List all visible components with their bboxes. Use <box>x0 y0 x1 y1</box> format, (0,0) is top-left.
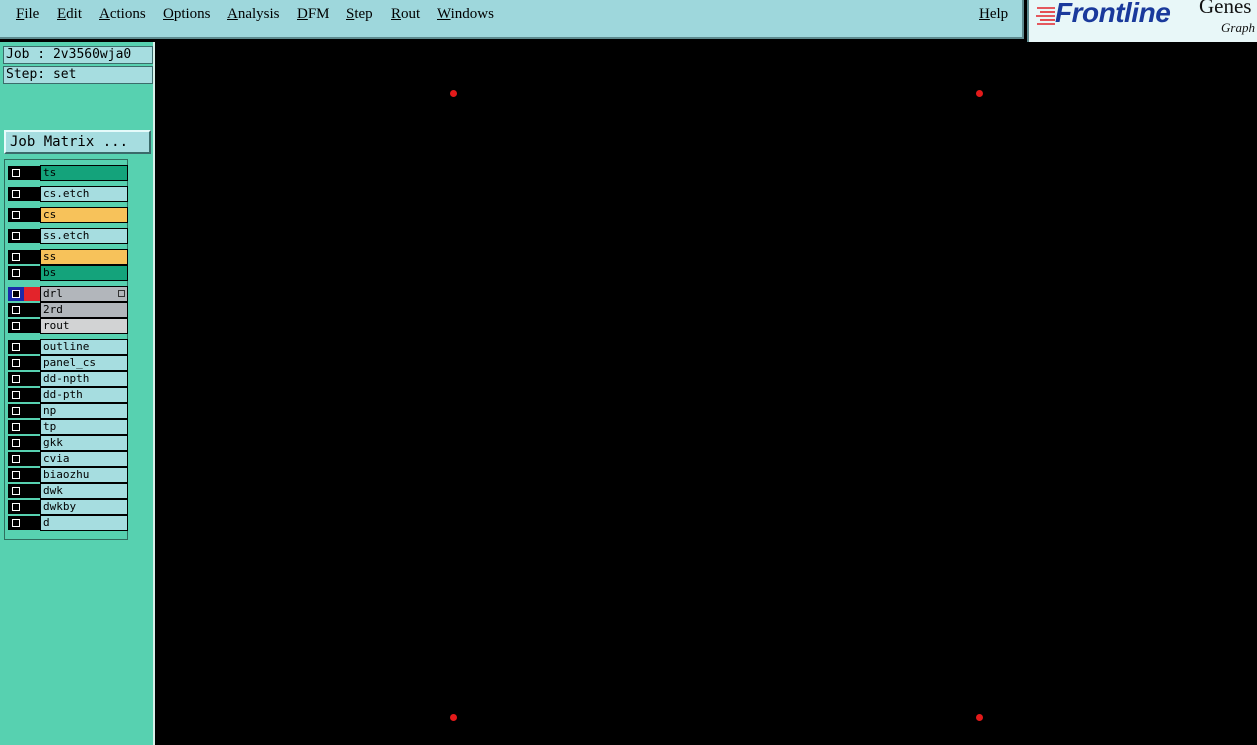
layer-checkbox[interactable] <box>8 319 24 333</box>
menu-edit[interactable]: Edit <box>57 6 82 23</box>
menu-file[interactable]: File <box>16 6 39 23</box>
menu-step[interactable]: Step <box>346 6 373 23</box>
layer-color-swatch[interactable] <box>24 516 40 530</box>
menu-rout[interactable]: Rout <box>391 6 420 23</box>
layer-name[interactable]: cs <box>40 207 128 223</box>
layer-checkbox[interactable] <box>8 266 24 280</box>
layer-name[interactable]: 2rd <box>40 302 128 318</box>
layer-checkbox[interactable] <box>8 340 24 354</box>
menu-help[interactable]: Help <box>979 6 1008 23</box>
layer-name[interactable]: cs.etch <box>40 186 128 202</box>
step-label: Step: set <box>3 66 153 84</box>
menu-options[interactable]: Options <box>163 6 211 23</box>
layer-checkbox[interactable] <box>8 388 24 402</box>
logo-stripes-icon <box>1036 7 1055 25</box>
layer-checkbox[interactable] <box>8 500 24 514</box>
layer-name[interactable]: dd-npth <box>40 371 128 387</box>
layer-checkbox[interactable] <box>8 287 24 301</box>
layer-color-swatch[interactable] <box>24 484 40 498</box>
layer-name[interactable]: panel_cs <box>40 355 128 371</box>
layer-name[interactable]: outline <box>40 339 128 355</box>
menu-actions[interactable]: Actions <box>99 6 146 23</box>
layer-color-swatch[interactable] <box>24 452 40 466</box>
logo-brand: Frontline <box>1055 0 1171 28</box>
layer-name[interactable]: bs <box>40 265 128 281</box>
layer-color-swatch[interactable] <box>24 266 40 280</box>
fiducial-mark <box>450 714 457 721</box>
layer-name[interactable]: biaozhu <box>40 467 128 483</box>
layer-name[interactable]: np <box>40 403 128 419</box>
layer-checkbox[interactable] <box>8 166 24 180</box>
layer-checkbox[interactable] <box>8 404 24 418</box>
layer-color-swatch[interactable] <box>24 287 40 301</box>
layer-color-swatch[interactable] <box>24 420 40 434</box>
layer-checkbox[interactable] <box>8 229 24 243</box>
layer-checkbox[interactable] <box>8 420 24 434</box>
fiducial-mark <box>450 90 457 97</box>
layer-checkbox[interactable] <box>8 356 24 370</box>
fiducial-mark <box>976 714 983 721</box>
layer-color-swatch[interactable] <box>24 372 40 386</box>
layer-name[interactable]: gkk <box>40 435 128 451</box>
menu-dfm[interactable]: DFM <box>297 6 330 23</box>
layer-name[interactable]: ss.etch <box>40 228 128 244</box>
layer-name[interactable]: dd-pth <box>40 387 128 403</box>
layer-color-swatch[interactable] <box>24 250 40 264</box>
layer-checkbox[interactable] <box>8 516 24 530</box>
logo-product: Genes <box>1199 0 1252 18</box>
layer-checkbox[interactable] <box>8 303 24 317</box>
layer-name[interactable]: cvia <box>40 451 128 467</box>
menu-bar: File Edit Actions Options Analysis DFM S… <box>0 0 1024 39</box>
layer-checkbox[interactable] <box>8 484 24 498</box>
layer-color-swatch[interactable] <box>24 436 40 450</box>
menu-windows[interactable]: Windows <box>437 6 494 23</box>
layer-color-swatch[interactable] <box>24 208 40 222</box>
frontline-logo: Frontline Genes Graph <box>1027 0 1257 42</box>
layer-name[interactable]: dwkby <box>40 499 128 515</box>
layer-checkbox[interactable] <box>8 452 24 466</box>
layer-checkbox[interactable] <box>8 187 24 201</box>
layer-list: ts cs.etch cs ss.etch ss bs drl 2rd rout… <box>4 159 128 540</box>
layer-name[interactable]: ss <box>40 249 128 265</box>
layer-color-swatch[interactable] <box>24 319 40 333</box>
layer-name[interactable]: dwk <box>40 483 128 499</box>
layer-color-swatch[interactable] <box>24 229 40 243</box>
layer-name[interactable]: rout <box>40 318 128 334</box>
layer-color-swatch[interactable] <box>24 500 40 514</box>
layer-name[interactable]: ts <box>40 165 128 181</box>
menu-analysis[interactable]: Analysis <box>227 6 280 23</box>
logo-subtitle: Graph <box>1221 20 1255 35</box>
layer-name[interactable]: drl <box>40 286 128 302</box>
layer-name-text: drl <box>43 287 63 300</box>
layer-color-swatch[interactable] <box>24 187 40 201</box>
layer-color-swatch[interactable] <box>24 468 40 482</box>
layer-color-swatch[interactable] <box>24 356 40 370</box>
layer-checkbox[interactable] <box>8 208 24 222</box>
layer-name[interactable]: d <box>40 515 128 531</box>
layer-checkbox[interactable] <box>8 250 24 264</box>
layer-checkbox[interactable] <box>8 468 24 482</box>
expand-icon[interactable] <box>118 290 125 297</box>
layer-color-swatch[interactable] <box>24 404 40 418</box>
left-panel: Job : 2v3560wja0 Step: set Job Matrix ..… <box>0 42 155 745</box>
layer-color-swatch[interactable] <box>24 166 40 180</box>
fiducial-mark <box>976 90 983 97</box>
layer-color-swatch[interactable] <box>24 340 40 354</box>
layer-color-swatch[interactable] <box>24 388 40 402</box>
job-matrix-button[interactable]: Job Matrix ... <box>4 130 151 154</box>
layer-checkbox[interactable] <box>8 372 24 386</box>
layer-color-swatch[interactable] <box>24 303 40 317</box>
layer-checkbox[interactable] <box>8 436 24 450</box>
graphic-canvas[interactable] <box>155 42 1257 745</box>
layer-name[interactable]: tp <box>40 419 128 435</box>
job-label: Job : 2v3560wja0 <box>3 46 153 64</box>
